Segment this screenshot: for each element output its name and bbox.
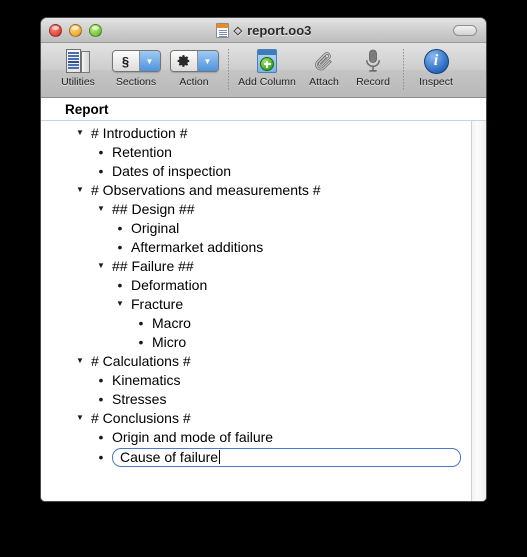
window-title: report.oo3	[247, 22, 312, 38]
outline-row[interactable]: Dates of inspection	[41, 161, 471, 180]
toolbar-separator	[228, 49, 229, 91]
disclosure-triangle-icon[interactable]	[73, 128, 87, 137]
toolbar-sections-label: Sections	[115, 76, 157, 88]
outline-row[interactable]: Deformation	[41, 275, 471, 294]
outline-row-input-value: Cause of failure	[120, 449, 219, 465]
zoom-button[interactable]	[89, 23, 102, 37]
toolbar-sections[interactable]: § ▼ Sections	[107, 47, 165, 95]
outline-row-input[interactable]: Cause of failure	[112, 447, 461, 467]
section-sign-icon: §	[112, 51, 140, 71]
outline-row-editing[interactable]: Cause of failure	[41, 446, 471, 468]
disclosure-triangle-icon[interactable]	[73, 185, 87, 194]
title-bar[interactable]: ◇ report.oo3	[41, 18, 486, 43]
column-header[interactable]: Report	[41, 98, 486, 121]
microphone-icon	[361, 47, 385, 75]
toolbar-attach-label: Attach	[309, 76, 339, 88]
toolbar-add-column-label: Add Column	[238, 76, 296, 88]
toolbar-inspect[interactable]: i Inspect	[409, 47, 463, 95]
document-icon	[215, 22, 229, 38]
minimize-button[interactable]	[69, 23, 82, 37]
sections-popup-button[interactable]: § ▼	[111, 50, 161, 72]
outline-row[interactable]: # Conclusions #	[41, 408, 471, 427]
outline-body: # Introduction # Retention Dates of inspec…	[41, 121, 486, 501]
outline-row[interactable]: # Introduction #	[41, 123, 471, 142]
toolbar-action[interactable]: ▼ Action	[165, 47, 223, 95]
outline-row[interactable]: Micro	[41, 332, 471, 351]
toolbar-separator	[403, 49, 404, 91]
outline-row-text: Micro	[152, 333, 187, 350]
toolbar-attach[interactable]: Attach	[300, 47, 348, 95]
outline-row-text: Stresses	[112, 390, 167, 407]
outline-row[interactable]: Aftermarket additions	[41, 237, 471, 256]
outline-row-text: Aftermarket additions	[131, 238, 264, 255]
info-circle-icon: i	[423, 48, 449, 74]
toolbar-record[interactable]: Record	[348, 47, 398, 95]
outline-row-text: # Introduction #	[91, 124, 188, 141]
modified-indicator-icon: ◇	[233, 24, 243, 37]
outline-row[interactable]: Fracture	[41, 294, 471, 313]
add-column-icon	[255, 47, 279, 75]
outline-row-text: Retention	[112, 143, 172, 160]
outline-row[interactable]: ## Failure ##	[41, 256, 471, 275]
outline-row-text: ## Failure ##	[112, 257, 194, 274]
toolbar-utilities[interactable]: Utilities	[49, 47, 107, 95]
chevron-down-icon: ▼	[197, 51, 218, 71]
column-header-title: Report	[65, 101, 109, 117]
paperclip-icon	[311, 47, 337, 75]
outline-row[interactable]: Retention	[41, 142, 471, 161]
outline-row[interactable]: Macro	[41, 313, 471, 332]
disclosure-triangle-icon[interactable]	[73, 356, 87, 365]
toolbar-utilities-label: Utilities	[61, 76, 95, 88]
toolbar-toggle-button[interactable]	[453, 24, 477, 36]
disclosure-triangle-icon[interactable]	[94, 261, 108, 270]
toolbar-add-column[interactable]: Add Column	[234, 47, 300, 95]
outline-row-text: Deformation	[131, 276, 208, 293]
outline-row-text: Origin and mode of failure	[112, 428, 274, 445]
outline-row-text: Kinematics	[112, 371, 181, 388]
disclosure-triangle-icon[interactable]	[113, 299, 127, 308]
outline-row[interactable]: Stresses	[41, 389, 471, 408]
outline-row-text: Macro	[152, 314, 191, 331]
utilities-panel-icon	[66, 47, 90, 75]
outline-row-text: # Calculations #	[91, 352, 191, 369]
disclosure-triangle-icon[interactable]	[73, 413, 87, 422]
outline-row-text: Fracture	[131, 295, 184, 312]
vertical-scrollbar[interactable]	[471, 121, 486, 501]
toolbar-inspect-label: Inspect	[419, 76, 453, 88]
disclosure-triangle-icon[interactable]	[94, 204, 108, 213]
close-button[interactable]	[49, 23, 62, 37]
outline-row[interactable]: Original	[41, 218, 471, 237]
gear-icon	[170, 51, 198, 71]
outline-row-text: Dates of inspection	[112, 162, 232, 179]
outline-row[interactable]: # Observations and measurements #	[41, 180, 471, 199]
chevron-down-icon: ▼	[139, 51, 160, 71]
document-window: ◇ report.oo3 Utilities § ▼ Sections ▼ Ac…	[40, 17, 487, 502]
text-caret	[219, 450, 221, 464]
toolbar-action-label: Action	[179, 76, 209, 88]
toolbar: Utilities § ▼ Sections ▼ Action Add Colu…	[41, 43, 486, 98]
outline-row-text: # Conclusions #	[91, 409, 191, 426]
window-title-group: ◇ report.oo3	[41, 22, 486, 38]
outline-row-text: Original	[131, 219, 180, 236]
outline-row[interactable]: ## Design ##	[41, 199, 471, 218]
outline-row[interactable]: Kinematics	[41, 370, 471, 389]
outline-row[interactable]: # Calculations #	[41, 351, 471, 370]
outline-row-text: ## Design ##	[112, 200, 195, 217]
toolbar-record-label: Record	[356, 76, 390, 88]
outline-list: # Introduction # Retention Dates of inspec…	[41, 121, 471, 501]
window-controls	[49, 23, 102, 37]
outline-row-text: # Observations and measurements #	[91, 181, 321, 198]
action-popup-button[interactable]: ▼	[169, 50, 219, 72]
outline-row[interactable]: Origin and mode of failure	[41, 427, 471, 446]
